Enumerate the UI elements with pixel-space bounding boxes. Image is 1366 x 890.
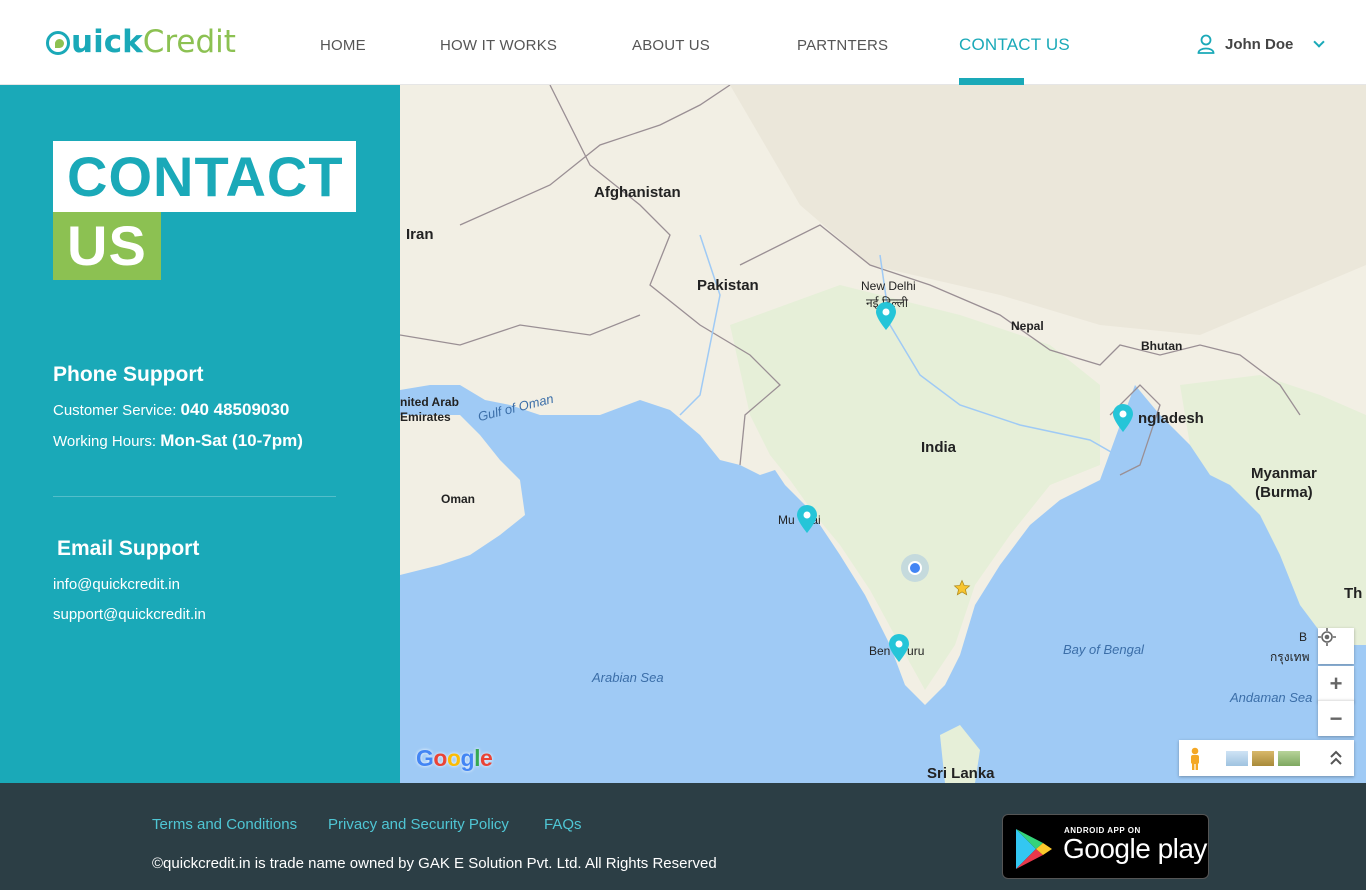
map-label-sri-lanka: Sri Lanka <box>927 765 995 782</box>
nav-contact-us[interactable]: CONTACT US <box>959 35 1070 55</box>
pegman-icon[interactable] <box>1188 747 1202 771</box>
map-thumb-terrain[interactable] <box>1226 751 1248 766</box>
google-map[interactable]: Afghanistan Iran Pakistan New Delhi नई द… <box>400 85 1366 783</box>
customer-service-number[interactable]: 040 48509030 <box>181 400 290 419</box>
chevron-down-icon[interactable] <box>1313 35 1326 48</box>
customer-service-label: Customer Service: <box>53 402 177 419</box>
email-info[interactable]: info@quickcredit.in <box>53 576 180 593</box>
nav-how-it-works[interactable]: HOW IT WORKS <box>440 37 557 54</box>
active-nav-indicator <box>959 78 1024 85</box>
map-label-oman: Oman <box>441 492 476 506</box>
map-thumb-hybrid[interactable] <box>1278 751 1300 766</box>
pin-icon[interactable] <box>1112 403 1134 433</box>
site-footer: Terms and Conditions Privacy and Securit… <box>0 783 1366 890</box>
pin-icon[interactable] <box>888 633 910 663</box>
nav-home[interactable]: HOME <box>320 37 366 54</box>
zoom-out-button[interactable]: − <box>1318 700 1354 736</box>
logo-text-quick: uick <box>71 24 143 60</box>
section-divider <box>53 496 336 497</box>
google-logo: Google <box>416 745 493 771</box>
logo-q-icon <box>46 31 70 55</box>
copyright-text: ©quickcredit.in is trade name owned by G… <box>152 855 717 872</box>
map-label-afghanistan: Afghanistan <box>594 184 681 201</box>
map-label-india: India <box>921 439 957 456</box>
footer-link-faqs[interactable]: FAQs <box>544 816 582 833</box>
map-label-nepal: Nepal <box>1011 319 1044 333</box>
user-icon <box>1197 34 1215 54</box>
footer-link-privacy[interactable]: Privacy and Security Policy <box>328 816 509 833</box>
map-label-bangkok-local: กรุงเทพ <box>1270 650 1310 664</box>
double-chevron-up-icon[interactable] <box>1330 750 1342 766</box>
map-label-pakistan: Pakistan <box>697 277 759 294</box>
current-location-dot-icon <box>901 554 929 582</box>
nav-partners[interactable]: PARTNTERS <box>797 37 888 54</box>
map-type-bar[interactable] <box>1179 740 1354 776</box>
user-name: John Doe <box>1225 35 1294 53</box>
contact-title-line1: CONTACT <box>53 141 356 212</box>
map-land-shapes <box>400 85 1366 783</box>
phone-support-heading: Phone Support <box>53 363 204 386</box>
map-thumb-satellite[interactable] <box>1252 751 1274 766</box>
crosshair-icon <box>1318 628 1336 646</box>
pin-icon[interactable] <box>875 301 897 331</box>
quickcredit-logo[interactable]: uick Credit <box>46 24 236 60</box>
working-hours-line: Working Hours: Mon-Sat (10-7pm) <box>53 431 303 451</box>
logo-text-credit: Credit <box>142 24 236 60</box>
map-label-iran: Iran <box>406 226 434 243</box>
working-hours-value: Mon-Sat (10-7pm) <box>160 431 303 450</box>
contact-panel: CONTACT US Phone Support Customer Servic… <box>0 85 400 783</box>
user-menu[interactable]: John Doe <box>1197 34 1326 54</box>
working-hours-label: Working Hours: <box>53 433 157 450</box>
store-badge-big-text: Google play <box>1063 833 1207 864</box>
map-label-andaman-sea: Andaman Sea <box>1230 690 1313 705</box>
map-label-th: Th <box>1344 585 1363 602</box>
google-play-badge[interactable]: ANDROID APP ON Google play <box>1002 814 1209 879</box>
map-label-uae: nited Arab Emirates <box>400 395 459 424</box>
my-location-button[interactable] <box>1318 628 1354 664</box>
nav-about-us[interactable]: ABOUT US <box>632 37 710 54</box>
email-support-heading: Email Support <box>57 537 200 560</box>
pin-icon[interactable] <box>796 504 818 534</box>
map-label-bangladesh: ngladesh <box>1138 410 1204 427</box>
footer-link-terms[interactable]: Terms and Conditions <box>152 816 297 833</box>
zoom-in-button[interactable]: + <box>1318 666 1354 702</box>
map-label-bay-of-bengal: Bay of Bengal <box>1063 642 1144 657</box>
customer-service-line: Customer Service: 040 48509030 <box>53 400 289 420</box>
email-support[interactable]: support@quickcredit.in <box>53 606 206 623</box>
map-label-new-delhi: New Delhi <box>861 279 916 293</box>
map-label-arabian-sea: Arabian Sea <box>592 670 664 685</box>
map-label-bhutan: Bhutan <box>1141 339 1183 353</box>
site-header: uick Credit HOME HOW IT WORKS ABOUT US P… <box>0 0 1366 85</box>
contact-title-line2: US <box>53 212 161 280</box>
map-label-myanmar: Myanmar (Burma) <box>1251 465 1317 501</box>
star-icon <box>953 579 971 596</box>
google-play-logo-icon <box>1016 829 1052 869</box>
